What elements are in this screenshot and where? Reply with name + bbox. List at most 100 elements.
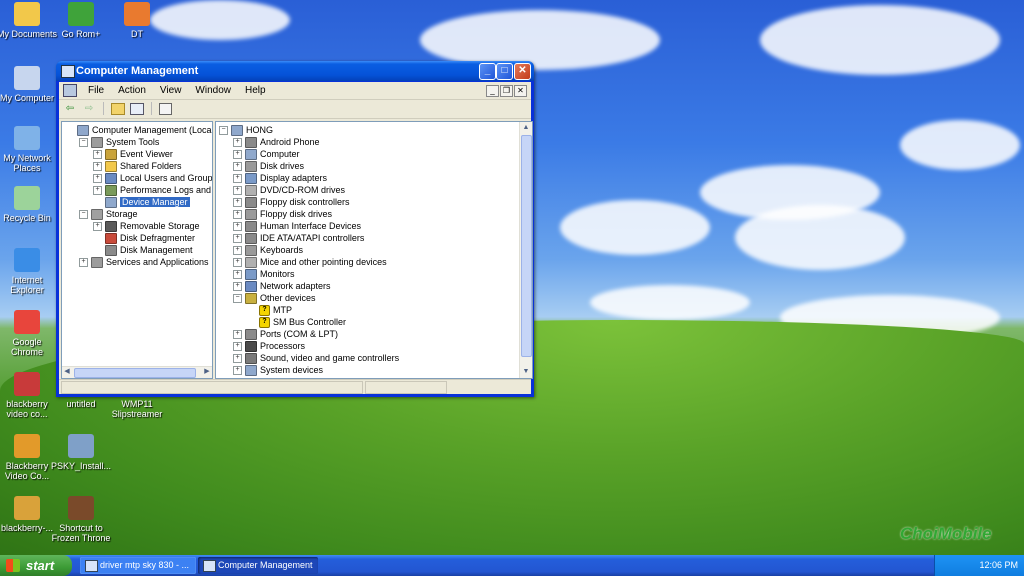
- desktop-icon[interactable]: PSKY_Install...: [50, 434, 112, 471]
- expand-icon[interactable]: +: [233, 366, 242, 376]
- tree-node[interactable]: + IDE ATA/ATAPI controllers: [233, 232, 364, 245]
- expand-icon[interactable]: +: [233, 270, 242, 280]
- tree-node[interactable]: + Sound, video and game controllers: [233, 352, 399, 365]
- desktop-icon[interactable]: DT: [106, 2, 168, 39]
- start-button[interactable]: start: [0, 555, 72, 576]
- back-arrow-icon[interactable]: ⇦: [63, 102, 77, 115]
- scroll-right-icon[interactable]: ▶: [202, 367, 212, 377]
- tree-node[interactable]: + Performance Logs and Alerts: [93, 184, 212, 197]
- expand-icon[interactable]: +: [93, 162, 102, 172]
- tree-node[interactable]: + Services and Applications: [79, 256, 209, 269]
- desktop-icon[interactable]: Internet Explorer: [0, 248, 58, 295]
- scroll-left-icon[interactable]: ◀: [62, 367, 72, 377]
- tree-node[interactable]: − System Tools: [79, 136, 159, 149]
- menu-action[interactable]: Action: [111, 82, 153, 99]
- collapse-icon[interactable]: −: [79, 210, 88, 220]
- menu-help[interactable]: Help: [238, 82, 273, 99]
- mdi-restore-button[interactable]: ❐: [500, 85, 513, 97]
- show-hide-tree-icon[interactable]: [130, 103, 145, 115]
- tree-node[interactable]: ? SM Bus Controller: [247, 316, 346, 329]
- taskbar-button[interactable]: Computer Management: [198, 557, 318, 574]
- desktop-icon[interactable]: Shortcut to Frozen Throne: [50, 496, 112, 543]
- tree-node[interactable]: − Other devices: [233, 292, 316, 305]
- mdi-minimize-button[interactable]: _: [486, 85, 499, 97]
- tree-node[interactable]: + System devices: [233, 364, 323, 377]
- tree-node[interactable]: + Display adapters: [233, 172, 327, 185]
- menu-file[interactable]: File: [81, 82, 111, 99]
- tree-node[interactable]: Disk Management: [93, 244, 193, 257]
- mdi-close-button[interactable]: ✕: [514, 85, 527, 97]
- expand-icon[interactable]: +: [233, 258, 242, 268]
- scroll-up-icon[interactable]: ▲: [521, 123, 531, 133]
- close-button[interactable]: ✕: [514, 63, 531, 80]
- tree-node[interactable]: + Keyboards: [233, 244, 303, 257]
- tree-node[interactable]: + Mice and other pointing devices: [233, 256, 387, 269]
- collapse-icon[interactable]: −: [79, 138, 88, 148]
- tree-node[interactable]: Disk Defragmenter: [93, 232, 195, 245]
- tree-node[interactable]: + Human Interface Devices: [233, 220, 361, 233]
- vertical-scrollbar[interactable]: ▲ ▼: [519, 122, 532, 378]
- properties-icon[interactable]: [159, 103, 173, 115]
- tree-node[interactable]: + Shared Folders: [93, 160, 182, 173]
- expand-icon[interactable]: +: [93, 222, 102, 232]
- tree-node[interactable]: + Computer: [233, 148, 300, 161]
- expand-icon[interactable]: +: [93, 150, 102, 160]
- scroll-down-icon[interactable]: ▼: [521, 367, 531, 377]
- menu-window[interactable]: Window: [188, 82, 238, 99]
- expand-icon[interactable]: +: [233, 210, 242, 220]
- expand-icon[interactable]: +: [233, 282, 242, 292]
- menu-view[interactable]: View: [153, 82, 189, 99]
- desktop-icon[interactable]: Google Chrome: [0, 310, 58, 357]
- tree-node[interactable]: + Network adapters: [233, 280, 331, 293]
- desktop-icon[interactable]: Recycle Bin: [0, 186, 58, 223]
- horizontal-scrollbar[interactable]: ◀ ▶: [62, 366, 212, 378]
- expand-icon[interactable]: +: [233, 150, 242, 160]
- expand-icon[interactable]: +: [93, 186, 102, 196]
- maximize-button[interactable]: □: [496, 63, 513, 80]
- tree-node[interactable]: + Monitors: [233, 268, 295, 281]
- expand-icon[interactable]: +: [233, 246, 242, 256]
- desktop-icon[interactable]: My Computer: [0, 66, 58, 103]
- tree-node[interactable]: − HONG: [219, 124, 273, 137]
- tree-node[interactable]: Computer Management (Local): [65, 124, 212, 137]
- tree-node[interactable]: + Removable Storage: [93, 220, 200, 233]
- expand-icon[interactable]: +: [233, 342, 242, 352]
- console-tree-pane[interactable]: Computer Management (Local) − System Tools…: [61, 121, 213, 379]
- tree-node[interactable]: + Floppy disk controllers: [233, 196, 350, 209]
- expand-icon[interactable]: +: [233, 186, 242, 196]
- computer-management-window[interactable]: Computer Management _ □ ✕ File Action View…: [56, 61, 534, 397]
- expand-icon[interactable]: +: [233, 222, 242, 232]
- tree-node[interactable]: + DVD/CD-ROM drives: [233, 184, 345, 197]
- desktop-icon[interactable]: Go Rom+: [50, 2, 112, 39]
- expand-icon[interactable]: +: [233, 354, 242, 364]
- minimize-button[interactable]: _: [479, 63, 496, 80]
- tree-node[interactable]: + Event Viewer: [93, 148, 173, 161]
- expand-icon[interactable]: +: [93, 174, 102, 184]
- tree-node[interactable]: + Local Users and Groups: [93, 172, 212, 185]
- mdi-icon[interactable]: [63, 83, 77, 97]
- desktop-icon[interactable]: My Network Places: [0, 126, 58, 173]
- tree-node[interactable]: + Android Phone: [233, 136, 320, 149]
- device-list-pane[interactable]: − HONG + Android Phone + Computer + Disk drives…: [215, 121, 533, 379]
- tree-node[interactable]: + Floppy disk drives: [233, 208, 332, 221]
- expand-icon[interactable]: +: [233, 174, 242, 184]
- tree-node[interactable]: + Processors: [233, 340, 305, 353]
- tree-node[interactable]: + Disk drives: [233, 160, 304, 173]
- tree-node[interactable]: − Storage: [79, 208, 138, 221]
- tree-node[interactable]: + Ports (COM & LPT): [233, 328, 338, 341]
- expand-icon[interactable]: +: [233, 138, 242, 148]
- expand-icon[interactable]: +: [233, 234, 242, 244]
- taskbar-button[interactable]: driver mtp sky 830 - ...: [80, 557, 196, 574]
- expand-icon[interactable]: +: [79, 258, 88, 268]
- collapse-icon[interactable]: −: [219, 126, 228, 136]
- tree-node[interactable]: ? MTP: [247, 304, 292, 317]
- up-folder-icon[interactable]: [111, 103, 126, 115]
- forward-arrow-icon[interactable]: ⇨: [82, 102, 96, 115]
- expand-icon[interactable]: +: [233, 162, 242, 172]
- scrollbar-thumb[interactable]: [74, 368, 196, 378]
- expand-icon[interactable]: +: [233, 330, 242, 340]
- scrollbar-thumb[interactable]: [521, 135, 532, 357]
- collapse-icon[interactable]: −: [233, 294, 242, 304]
- expand-icon[interactable]: +: [233, 198, 242, 208]
- title-bar[interactable]: Computer Management _ □ ✕: [56, 61, 534, 81]
